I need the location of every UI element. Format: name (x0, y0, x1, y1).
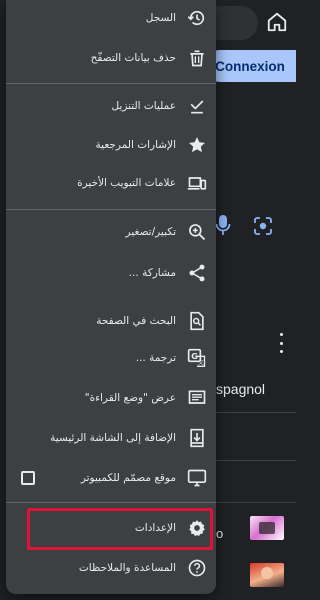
result-text[interactable]: spagnol (216, 381, 296, 397)
svg-text:文: 文 (198, 359, 204, 367)
find-in-page-icon (187, 311, 207, 331)
lens-camera-icon[interactable] (253, 216, 273, 236)
menu-item-label: المساعدة والملاحظات (78, 562, 176, 574)
more-options-icon[interactable] (278, 333, 284, 353)
add-to-home-icon (187, 428, 207, 448)
settings-highlight-annotation (27, 508, 213, 550)
chrome-overflow-menu: السجل حذف بيانات التصفّح عمليات التنزيل … (6, 0, 216, 594)
menu-item-label: البحث في الصفحة (96, 315, 176, 327)
trash-icon (187, 48, 207, 68)
translate-icon: G文 (187, 348, 207, 368)
menu-item-clear-browsing-data[interactable]: حذف بيانات التصفّح (6, 36, 216, 80)
menu-divider (6, 502, 216, 503)
menu-item-translate[interactable]: ترجمة ... G文 (6, 336, 216, 380)
menu-item-label: الإضافة إلى الشاشة الرئيسية (50, 432, 176, 444)
result-snippet: o (216, 526, 224, 541)
menu-item-reader-mode[interactable]: عرض "وضع القراءة" (6, 376, 216, 420)
divider (216, 412, 296, 413)
result-thumbnail[interactable] (250, 516, 284, 540)
divider (216, 460, 296, 461)
star-icon (187, 135, 207, 155)
menu-item-desktop-site[interactable]: موقع مصمّم للكمبيوتر (6, 456, 216, 500)
connexion-button[interactable]: Connexion (204, 50, 296, 82)
menu-item-recent-tabs[interactable]: علامات التبويب الأخيرة (6, 161, 216, 205)
menu-item-label: الإشارات المرجعية (95, 139, 176, 151)
home-icon[interactable] (264, 9, 290, 35)
help-icon (187, 558, 207, 578)
download-check-icon (187, 96, 207, 116)
divider (216, 502, 296, 503)
menu-item-history[interactable]: السجل (6, 0, 216, 40)
menu-item-label: عمليات التنزيل (111, 100, 176, 112)
menu-item-label: السجل (145, 12, 176, 24)
share-icon (187, 263, 207, 283)
history-icon (187, 8, 207, 28)
menu-item-label: عرض "وضع القراءة" (84, 392, 176, 404)
menu-item-label: تكبير/تصغير (125, 226, 176, 238)
result-thumbnail[interactable] (250, 563, 284, 587)
microphone-icon[interactable] (215, 214, 231, 236)
menu-item-downloads[interactable]: عمليات التنزيل (6, 84, 216, 128)
menu-item-share[interactable]: مشاركة ... (6, 251, 216, 295)
devices-icon (187, 173, 207, 193)
zoom-in-icon (187, 222, 207, 242)
desktop-icon (187, 468, 207, 488)
menu-item-add-to-home-screen[interactable]: الإضافة إلى الشاشة الرئيسية (6, 416, 216, 460)
reader-mode-icon (187, 388, 207, 408)
menu-item-label: موقع مصمّم للكمبيوتر (80, 472, 176, 484)
menu-item-label: حذف بيانات التصفّح (90, 52, 176, 64)
menu-item-label: ترجمة ... (135, 352, 176, 364)
menu-item-label: علامات التبويب الأخيرة (77, 177, 176, 189)
menu-item-zoom[interactable]: تكبير/تصغير (6, 210, 216, 254)
menu-item-label: مشاركة ... (128, 267, 176, 279)
menu-item-help-and-feedback[interactable]: المساعدة والملاحظات (6, 546, 216, 590)
